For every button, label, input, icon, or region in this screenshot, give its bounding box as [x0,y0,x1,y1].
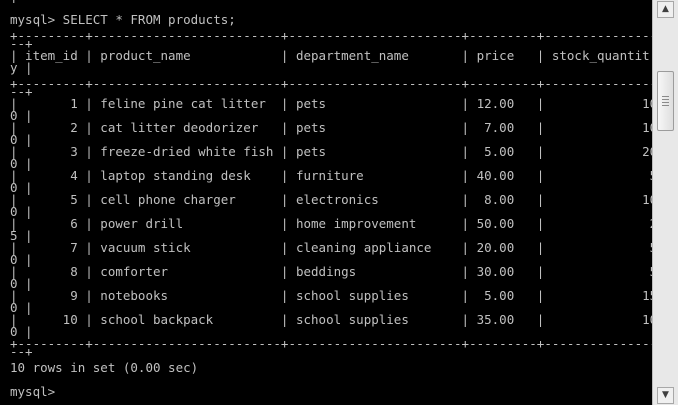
terminal-output[interactable]: | mysql> SELECT * FROM products; +------… [0,0,652,405]
table-row: | 2 | cat litter deodorizer | pets | 7.0… [10,120,652,135]
table-row: | 10 | school backpack | school supplies… [10,312,652,327]
grip-line [662,102,669,103]
grip-line [662,96,669,97]
table-row: | 5 | cell phone charger | electronics |… [10,192,652,207]
table-border: +---------+-------------------------+---… [10,28,652,43]
table-row: | 7 | vacuum stick | cleaning appliance … [10,240,652,255]
table-row: | 1 | feline pine cat litter | pets | 12… [10,96,652,111]
table-header-wrap: y | [10,60,33,75]
table-row: | 8 | comforter | beddings | 30.00 | 5 [10,264,652,279]
table-row: | 4 | laptop standing desk | furniture |… [10,168,652,183]
table-row: | 6 | power drill | home improvement | 5… [10,216,652,231]
result-summary: 10 rows in set (0.00 sec) [10,360,199,375]
scroll-up-icon[interactable]: ▲ [657,1,674,18]
scrollbar-thumb[interactable] [657,71,674,131]
table-border-wrap: --+ [10,344,33,359]
console-line: | [10,0,25,4]
mysql-prompt[interactable]: mysql> [10,384,55,400]
table-row: | 9 | notebooks | school supplies | 5.00… [10,288,652,303]
table-border: +---------+-------------------------+---… [10,336,652,351]
table-row: | 3 | freeze-dried white fish | pets | 5… [10,144,652,159]
table-header-row: | item_id | product_name | department_na… [10,48,650,63]
grip-line [662,99,669,100]
table-border: +---------+-------------------------+---… [10,76,652,91]
vertical-scrollbar[interactable]: ▲ ▼ [652,0,678,405]
mysql-prompt-line: mysql> SELECT * FROM products; [10,12,236,27]
scroll-down-icon[interactable]: ▼ [657,387,674,404]
grip-line [662,105,669,106]
